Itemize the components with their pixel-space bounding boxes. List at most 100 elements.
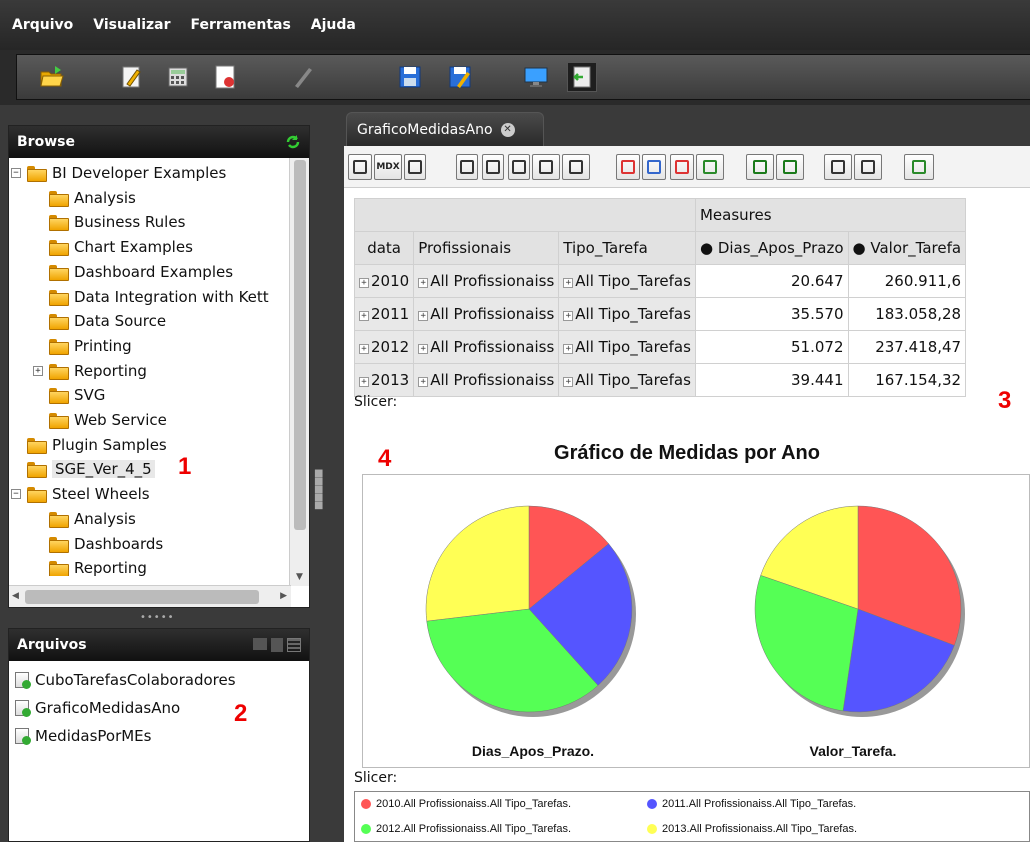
tree-item[interactable]: SGE_Ver_4_5 (11, 457, 155, 481)
row-member-cell[interactable]: + All Tipo_Tarefas (558, 330, 696, 364)
tree-item[interactable]: Printing (33, 334, 132, 358)
tree-item[interactable]: Business Rules (33, 210, 185, 234)
sort-az-icon[interactable] (404, 154, 426, 180)
tree-item[interactable]: + Reporting (33, 359, 147, 383)
edit-icon[interactable] (117, 62, 147, 92)
exit-icon[interactable] (567, 62, 597, 92)
expand-icon[interactable]: + (33, 365, 43, 376)
tree-item[interactable]: Plugin Samples (11, 433, 167, 457)
print-icon[interactable] (824, 154, 852, 180)
tree-item[interactable]: Reporting (33, 556, 147, 576)
expand-member-icon[interactable]: + (418, 344, 429, 354)
tree-item[interactable]: Analysis (33, 507, 136, 531)
save-icon[interactable] (395, 62, 425, 92)
expand-member-icon[interactable]: + (359, 278, 369, 288)
tab-grafico-medidas-ano[interactable]: GraficoMedidasAno ✕ (346, 112, 544, 146)
tree-item[interactable]: Chart Examples (33, 235, 193, 259)
expand-member-icon[interactable]: + (418, 278, 429, 288)
close-tab-icon[interactable]: ✕ (500, 122, 515, 137)
pie-slice-2013[interactable] (425, 505, 530, 622)
sort-icon[interactable] (670, 154, 694, 180)
swap-icon[interactable] (562, 154, 590, 180)
menu-visualizar[interactable]: Visualizar (89, 14, 174, 36)
collapse-icon[interactable] (616, 154, 640, 180)
table-icon[interactable] (508, 154, 530, 180)
open-folder-icon[interactable] (37, 62, 67, 92)
column-header-measure[interactable]: ● Dias_Apos_Prazo (694, 231, 849, 265)
row-member-cell[interactable]: +2012 (353, 330, 415, 364)
folder-icon (49, 338, 69, 355)
row-member-cell[interactable]: + All Tipo_Tarefas (558, 363, 696, 397)
legend-item: 2011.All Profissionaiss.All Tipo_Tarefas… (647, 798, 856, 810)
tree-item[interactable]: − BI Developer Examples (11, 161, 226, 185)
legend-item: 2012.All Profissionaiss.All Tipo_Tarefas… (361, 823, 571, 835)
row-member-cell[interactable]: +2011 (353, 297, 415, 331)
row-member-cell[interactable]: +2013 (353, 363, 415, 397)
bar-chart-icon[interactable] (746, 154, 774, 180)
file-item[interactable]: GraficoMedidasAno (15, 697, 180, 719)
tree-item[interactable]: SVG (33, 383, 105, 407)
monitor-icon[interactable] (521, 62, 551, 92)
menu-ferramentas[interactable]: Ferramentas (187, 14, 295, 36)
menu-ajuda[interactable]: Ajuda (307, 14, 360, 36)
file-item[interactable]: CuboTarefasColaboradores (15, 669, 236, 691)
expand-member-icon[interactable]: + (359, 344, 369, 354)
file-item[interactable]: MedidasPorMEs (15, 725, 151, 747)
export-icon[interactable] (696, 154, 724, 180)
mdx-button[interactable]: MDX (374, 154, 402, 180)
row-member-cell[interactable]: + All Tipo_Tarefas (558, 297, 696, 331)
pdf-icon[interactable] (854, 154, 882, 180)
folder-view-icon[interactable] (253, 638, 267, 650)
row-member-cell[interactable]: + All Profissionaiss (413, 297, 560, 331)
tree-item[interactable]: Data Source (33, 309, 166, 333)
row-member-cell[interactable]: + All Profissionaiss (413, 264, 560, 298)
tree-vertical-scrollbar[interactable]: ▼ (289, 158, 309, 586)
row-member-cell[interactable]: + All Profissionaiss (413, 330, 560, 364)
pencil-icon[interactable] (289, 62, 319, 92)
tree-icon[interactable] (456, 154, 478, 180)
column-header[interactable]: Tipo_Tarefa (558, 231, 696, 265)
collapse-icon[interactable]: − (11, 168, 21, 178)
tree-item[interactable]: − Steel Wheels (11, 482, 150, 506)
collapse-icon[interactable]: − (11, 489, 21, 500)
tree-item[interactable]: Dashboard Examples (33, 260, 233, 284)
expand-member-icon[interactable]: + (359, 311, 369, 321)
tree-item[interactable]: Dashboards (33, 532, 163, 556)
expand-member-icon[interactable]: + (359, 377, 369, 387)
expand-member-icon[interactable]: + (418, 377, 429, 387)
row-member-cell[interactable]: + All Profissionaiss (413, 363, 560, 397)
save-as-icon[interactable] (445, 62, 475, 92)
expand-icon[interactable] (642, 154, 666, 180)
tree-horizontal-scrollbar[interactable]: ◀ ▶ (9, 585, 291, 607)
cube-icon[interactable] (348, 154, 372, 180)
refresh-icon[interactable] (285, 134, 301, 154)
file-view-icon[interactable] (271, 638, 283, 652)
vertical-splitter-handle[interactable]: ■ ■ ■ ■ ■ (314, 469, 323, 540)
column-header[interactable]: Profissionais (413, 231, 560, 265)
tree-item[interactable]: Data Integration with Kett (33, 285, 269, 309)
list-view-icon[interactable] (287, 638, 301, 652)
calculator-icon[interactable] (163, 62, 193, 92)
tree-item[interactable]: Analysis (33, 186, 136, 210)
expand-member-icon[interactable]: + (563, 344, 574, 354)
tree-item[interactable]: Web Service (33, 408, 167, 432)
folder-icon (49, 190, 69, 207)
expand-member-icon[interactable]: + (563, 278, 574, 288)
panel-splitter-handle[interactable]: ••••• (140, 612, 175, 623)
tree-item-label: Web Service (74, 411, 167, 429)
menu-arquivo[interactable]: Arquivo (8, 14, 77, 36)
row-member-cell[interactable]: + All Tipo_Tarefas (558, 264, 696, 298)
expand-member-icon[interactable]: + (563, 377, 574, 387)
drill-icon[interactable] (532, 154, 560, 180)
column-header[interactable]: data (353, 231, 415, 265)
row-member-cell[interactable]: +2010 (353, 264, 415, 298)
chart-settings-icon[interactable] (776, 154, 804, 180)
column-icon[interactable] (482, 154, 504, 180)
folder-icon (49, 289, 69, 306)
tree-item-label: Analysis (74, 188, 136, 207)
column-header-measure[interactable]: ● Valor_Tarefa (847, 231, 967, 265)
excel-icon[interactable] (904, 154, 934, 180)
expand-member-icon[interactable]: + (418, 311, 429, 321)
expand-member-icon[interactable]: + (563, 311, 574, 321)
report-icon[interactable] (211, 62, 241, 92)
